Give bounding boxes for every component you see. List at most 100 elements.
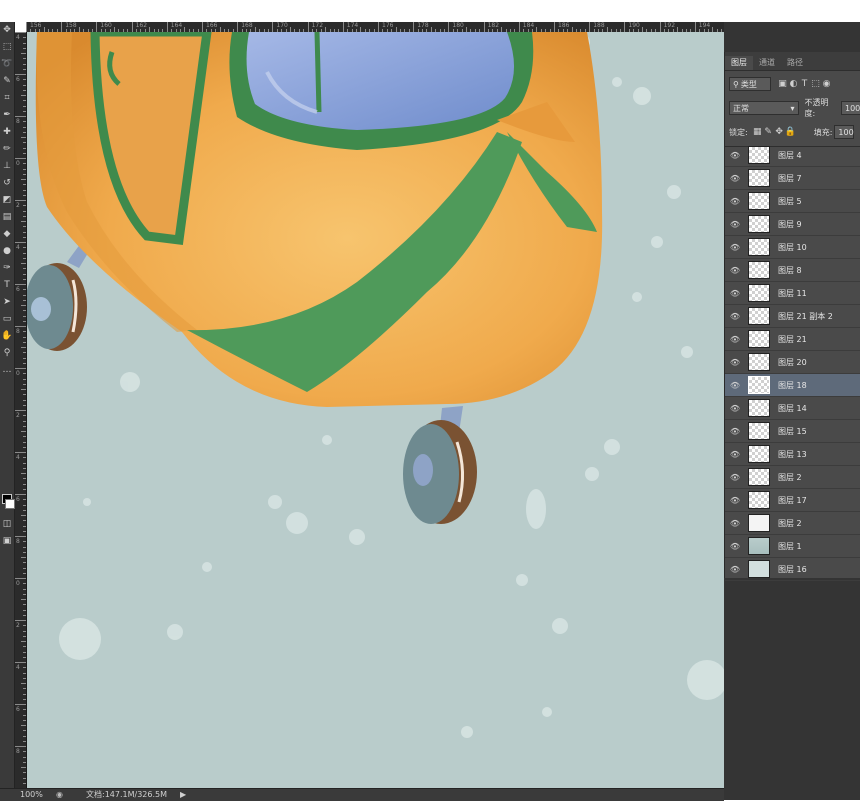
ruler-tick bbox=[23, 667, 26, 669]
document-canvas[interactable] bbox=[27, 32, 724, 788]
eye-icon[interactable]: 👁 bbox=[725, 312, 745, 321]
ruler-tick bbox=[15, 74, 26, 75]
layers-panel: 图层 通道 路径 ⚲ 类型 ▣ ◐ T ⬚ ◉ 正常 ▾ 不透明度: 100 锁… bbox=[724, 52, 860, 581]
move-tool-icon[interactable]: ✥ bbox=[0, 22, 14, 39]
vertical-ruler[interactable]: 4 6 8 0 2 4 6 8 0 2 4 6 8 0 2 4 6 8 bbox=[15, 32, 27, 788]
eye-icon[interactable]: 👁 bbox=[725, 404, 745, 413]
quick-select-icon[interactable]: ✎ bbox=[0, 73, 14, 90]
ruler-tick bbox=[23, 404, 26, 406]
layer-row[interactable]: 👁 图层 21 bbox=[725, 328, 860, 351]
marquee-tool-icon[interactable]: ⬚ bbox=[0, 39, 14, 56]
lock-position-icon[interactable]: ✥ bbox=[774, 127, 785, 137]
layer-row[interactable]: 👁 图层 5 bbox=[725, 190, 860, 213]
eye-icon[interactable]: 👁 bbox=[725, 450, 745, 459]
layer-row[interactable]: 👁 图层 11 bbox=[725, 282, 860, 305]
eye-icon[interactable]: 👁 bbox=[725, 473, 745, 482]
tab-channels[interactable]: 通道 bbox=[753, 56, 781, 70]
layer-row[interactable]: 👁 图层 2 bbox=[725, 466, 860, 489]
ruler-label: 6 bbox=[16, 496, 20, 503]
eye-icon[interactable]: 👁 bbox=[725, 243, 745, 252]
eye-icon[interactable]: 👁 bbox=[725, 266, 745, 275]
filter-type-icon[interactable]: T bbox=[799, 79, 810, 89]
shape-tool-icon[interactable]: ▭ bbox=[0, 311, 14, 328]
eye-icon[interactable]: 👁 bbox=[725, 151, 745, 160]
layer-row[interactable]: 👁 图层 7 bbox=[725, 167, 860, 190]
eye-icon[interactable]: 👁 bbox=[725, 335, 745, 344]
layer-row[interactable]: 👁 图层 20 bbox=[725, 351, 860, 374]
tab-paths[interactable]: 路径 bbox=[781, 56, 809, 70]
layer-row[interactable]: 👁 图层 13 bbox=[725, 443, 860, 466]
blur-tool-icon[interactable]: ◆ bbox=[0, 226, 14, 243]
filter-adjustment-icon[interactable]: ◐ bbox=[788, 79, 799, 89]
eye-icon[interactable]: 👁 bbox=[725, 496, 745, 505]
healing-brush-icon[interactable]: ✚ bbox=[0, 124, 14, 141]
filter-kind-label: 类型 bbox=[740, 80, 757, 89]
ruler-tick bbox=[21, 305, 26, 306]
layer-row[interactable]: 👁 图层 8 bbox=[725, 259, 860, 282]
hand-tool-icon[interactable]: ✋ bbox=[0, 328, 14, 345]
lock-pixels-icon[interactable]: ✎ bbox=[763, 127, 774, 137]
ruler-label: 6 bbox=[16, 76, 20, 83]
filter-shape-icon[interactable]: ⬚ bbox=[810, 79, 821, 89]
eye-icon[interactable]: 👁 bbox=[725, 174, 745, 183]
ruler-tick bbox=[23, 782, 26, 784]
layer-row[interactable]: 👁 图层 16 bbox=[725, 558, 860, 581]
history-brush-icon[interactable]: ↺ bbox=[0, 175, 14, 192]
eye-icon[interactable]: 👁 bbox=[725, 197, 745, 206]
layer-row[interactable]: 👁 图层 15 bbox=[725, 420, 860, 443]
layer-row[interactable]: 👁 图层 1 bbox=[725, 535, 860, 558]
clone-stamp-icon[interactable]: ⊥ bbox=[0, 158, 14, 175]
eraser-tool-icon[interactable]: ◩ bbox=[0, 192, 14, 209]
ruler-tick bbox=[15, 620, 26, 621]
eye-icon[interactable]: 👁 bbox=[725, 542, 745, 551]
lock-all-icon[interactable]: 🔒 bbox=[785, 127, 796, 137]
ruler-tick bbox=[15, 116, 26, 117]
ruler-tick bbox=[21, 389, 26, 390]
eye-icon[interactable]: 👁 bbox=[725, 427, 745, 436]
layer-row[interactable]: 👁 图层 9 bbox=[725, 213, 860, 236]
layer-row[interactable]: 👁 图层 14 bbox=[725, 397, 860, 420]
pen-tool-icon[interactable]: ✑ bbox=[0, 260, 14, 277]
background-color-swatch[interactable] bbox=[5, 499, 15, 509]
ruler-tick bbox=[23, 635, 26, 637]
eye-icon[interactable]: 👁 bbox=[725, 519, 745, 528]
zoom-level[interactable]: 100% bbox=[20, 789, 43, 801]
layer-row[interactable]: 👁 图层 2 bbox=[725, 512, 860, 535]
filter-kind-dropdown[interactable]: ⚲ 类型 bbox=[729, 77, 771, 91]
layer-thumbnail bbox=[748, 560, 770, 578]
crop-tool-icon[interactable]: ⌗ bbox=[0, 90, 14, 107]
blend-mode-dropdown[interactable]: 正常 ▾ bbox=[729, 101, 799, 115]
eyedropper-tool-icon[interactable]: ✒ bbox=[0, 107, 14, 124]
status-menu-arrow-icon[interactable]: ▶ bbox=[180, 789, 186, 801]
lock-transparency-icon[interactable]: ▦ bbox=[752, 127, 763, 137]
ruler-label: 176 bbox=[382, 22, 394, 29]
layer-row[interactable]: 👁 图层 18 bbox=[725, 374, 860, 397]
dodge-tool-icon[interactable]: ● bbox=[0, 243, 14, 260]
gradient-tool-icon[interactable]: ▤ bbox=[0, 209, 14, 226]
eye-icon[interactable]: 👁 bbox=[725, 565, 745, 574]
layer-thumbnail bbox=[748, 284, 770, 302]
layer-row[interactable]: 👁 图层 17 bbox=[725, 489, 860, 512]
quick-mask-icon[interactable]: ◫ bbox=[0, 516, 14, 533]
fill-input[interactable]: 100 bbox=[834, 125, 855, 139]
more-tools-icon[interactable]: … bbox=[0, 362, 14, 379]
zoom-tool-icon[interactable]: ⚲ bbox=[0, 345, 14, 362]
brush-tool-icon[interactable]: ✏ bbox=[0, 141, 14, 158]
layer-row[interactable]: 👁 图层 10 bbox=[725, 236, 860, 259]
layer-row[interactable]: 👁 图层 4 bbox=[725, 144, 860, 167]
path-select-icon[interactable]: ➤ bbox=[0, 294, 14, 311]
lasso-tool-icon[interactable]: ➰ bbox=[0, 56, 14, 73]
eye-icon[interactable]: 👁 bbox=[725, 381, 745, 390]
tab-layers[interactable]: 图层 bbox=[725, 56, 753, 70]
type-tool-icon[interactable]: T bbox=[0, 277, 14, 294]
filter-smart-object-icon[interactable]: ◉ bbox=[821, 79, 832, 89]
ruler-tick bbox=[23, 173, 26, 175]
layer-row[interactable]: 👁 图层 21 副本 2 bbox=[725, 305, 860, 328]
eye-icon[interactable]: 👁 bbox=[725, 358, 745, 367]
ruler-tick bbox=[23, 562, 26, 564]
eye-icon[interactable]: 👁 bbox=[725, 289, 745, 298]
eye-icon[interactable]: 👁 bbox=[725, 220, 745, 229]
screen-mode-icon[interactable]: ▣ bbox=[0, 533, 14, 550]
filter-pixel-icon[interactable]: ▣ bbox=[777, 79, 788, 89]
opacity-input[interactable]: 100 bbox=[841, 101, 860, 115]
